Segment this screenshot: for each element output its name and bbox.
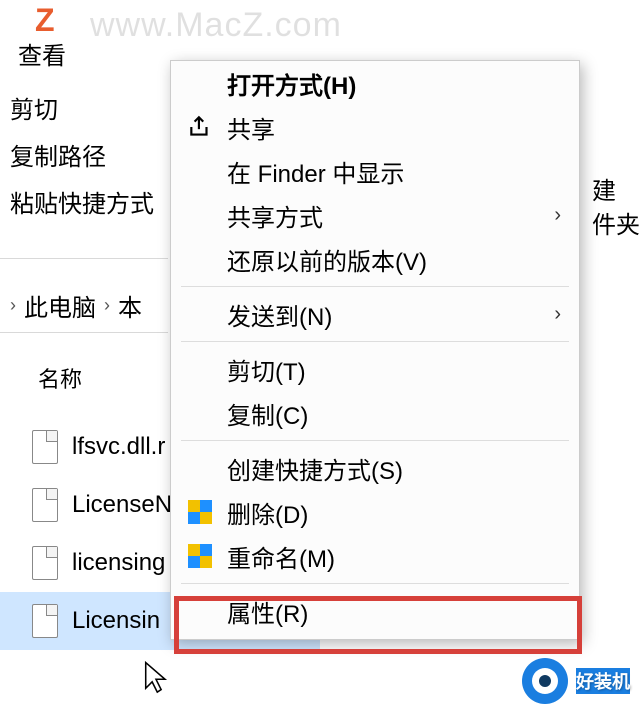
- breadcrumb-local[interactable]: 本: [118, 288, 142, 323]
- menu-separator: [181, 341, 569, 342]
- chevron-right-icon: ›: [104, 295, 110, 316]
- column-header-name[interactable]: 名称: [38, 362, 82, 394]
- file-name: lfsvc.dll.r: [72, 433, 165, 461]
- menu-label: 打开方式(H): [227, 66, 356, 101]
- menu-open-with[interactable]: 打开方式(H): [171, 61, 579, 105]
- toolbar-view[interactable]: 查看: [18, 36, 66, 71]
- breadcrumb[interactable]: › 此电脑 › 本: [0, 288, 142, 323]
- right-snippet-line1: 建: [592, 175, 640, 209]
- brand-text: 好装机: [576, 668, 630, 694]
- right-snippet: 建 件夹: [592, 175, 640, 242]
- menu-share-method[interactable]: 共享方式 ›: [171, 193, 579, 237]
- menu-label: 共享方式: [227, 198, 323, 233]
- menu-send-to[interactable]: 发送到(N) ›: [171, 292, 579, 336]
- menu-label: 发送到(N): [227, 297, 332, 332]
- menu-label: 复制(C): [227, 396, 308, 431]
- breadcrumb-pc[interactable]: 此电脑: [24, 288, 96, 323]
- menu-show-in-finder[interactable]: 在 Finder 中显示: [171, 149, 579, 193]
- file-name: Licensin: [72, 607, 160, 635]
- chevron-right-icon: ›: [10, 295, 16, 316]
- context-menu: 打开方式(H) 共享 在 Finder 中显示 共享方式 › 还原以前的版本(V…: [170, 60, 580, 640]
- menu-separator: [181, 286, 569, 287]
- shield-icon: [185, 544, 215, 568]
- menu-label: 属性(R): [227, 594, 308, 629]
- right-snippet-line2: 件夹: [592, 209, 640, 243]
- menu-separator: [181, 583, 569, 584]
- menu-restore-previous[interactable]: 还原以前的版本(V): [171, 237, 579, 281]
- file-name: LicenseN: [72, 491, 172, 519]
- menu-label: 在 Finder 中显示: [227, 154, 404, 189]
- menu-cut[interactable]: 剪切(T): [171, 347, 579, 391]
- z-logo-icon: Z: [35, 2, 55, 39]
- menu-share[interactable]: 共享: [171, 105, 579, 149]
- menu-label: 重命名(M): [227, 539, 335, 574]
- brand-logo: 好装机: [522, 658, 630, 704]
- share-icon: [185, 114, 215, 140]
- action-cut[interactable]: 剪切: [10, 90, 154, 125]
- file-icon: [32, 546, 58, 580]
- cursor-icon: [142, 660, 170, 701]
- shield-icon: [185, 500, 215, 524]
- menu-label: 创建快捷方式(S): [227, 451, 403, 486]
- menu-label: 删除(D): [227, 495, 308, 530]
- file-icon: [32, 604, 58, 638]
- watermark-text: www.MacZ.com: [90, 6, 342, 45]
- file-icon: [32, 488, 58, 522]
- file-name: licensing: [72, 549, 165, 577]
- menu-label: 还原以前的版本(V): [227, 242, 427, 277]
- menu-copy[interactable]: 复制(C): [171, 391, 579, 435]
- menu-label: 共享: [227, 110, 275, 145]
- menu-create-shortcut[interactable]: 创建快捷方式(S): [171, 446, 579, 490]
- chevron-right-icon: ›: [554, 204, 561, 227]
- divider: [0, 258, 168, 259]
- chevron-right-icon: ›: [554, 303, 561, 326]
- menu-separator: [181, 440, 569, 441]
- file-icon: [32, 430, 58, 464]
- left-actions: 剪切 复制路径 粘贴快捷方式: [10, 90, 154, 219]
- divider: [0, 332, 168, 333]
- action-copy-path[interactable]: 复制路径: [10, 137, 154, 172]
- menu-properties[interactable]: 属性(R): [171, 589, 579, 633]
- menu-rename[interactable]: 重命名(M): [171, 534, 579, 578]
- action-paste-shortcut[interactable]: 粘贴快捷方式: [10, 184, 154, 219]
- menu-delete[interactable]: 删除(D): [171, 490, 579, 534]
- menu-label: 剪切(T): [227, 352, 306, 387]
- eye-logo-icon: [522, 658, 568, 704]
